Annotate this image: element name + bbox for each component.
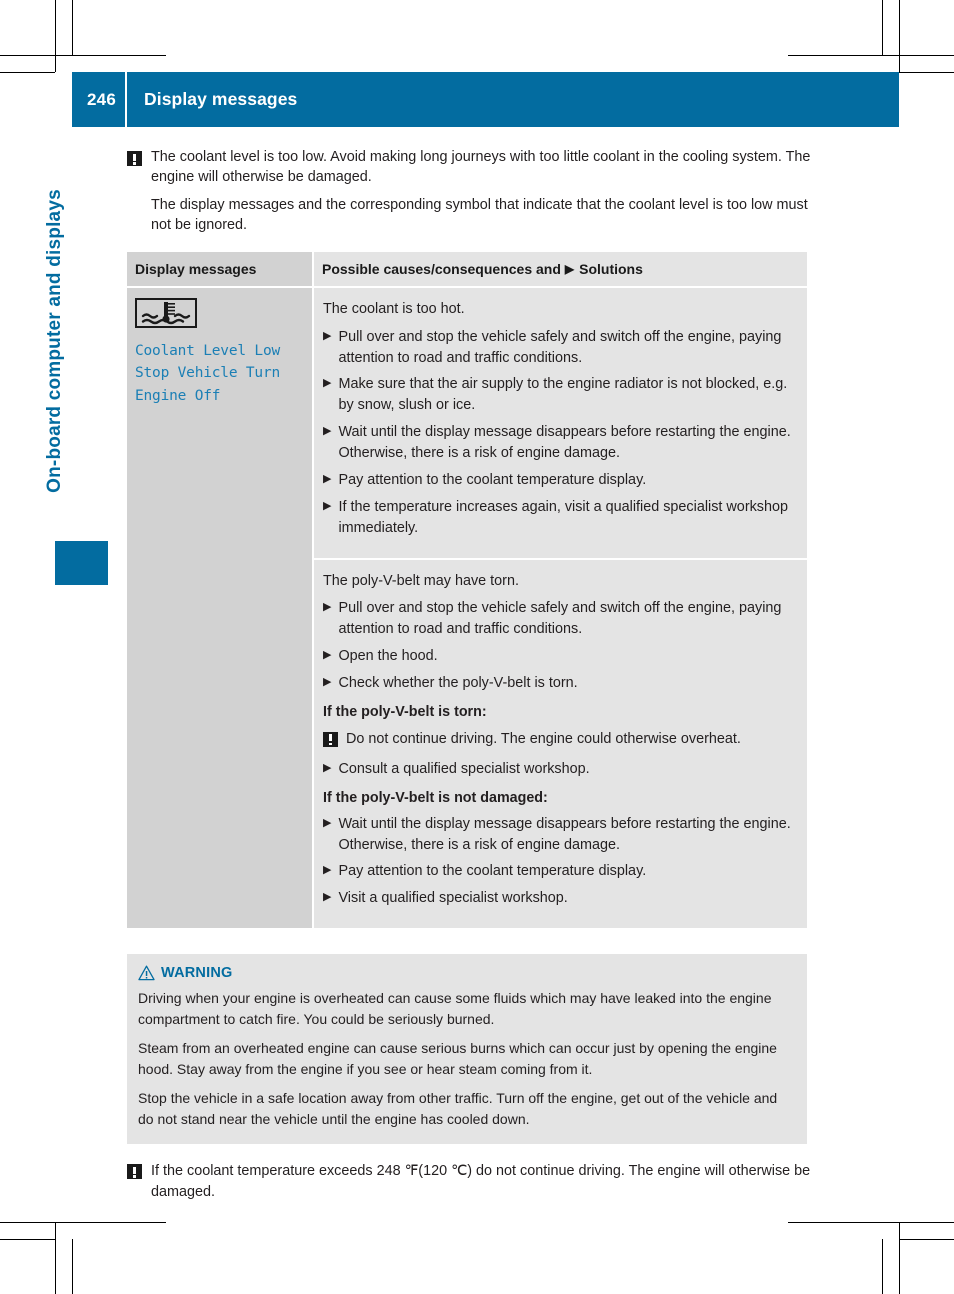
step-triangle-icon: ▶ (323, 891, 332, 904)
row1-step: ▶ Wait until the display message disappe… (323, 422, 795, 464)
display-message-lines: Coolant Level Low Stop Vehicle Turn Engi… (135, 340, 304, 407)
row2-step: ▶ Open the hood. (323, 646, 795, 667)
chapter-tab-label: On-board computer and displays (44, 189, 65, 493)
table-column-display-messages: Display messages Coolant Level Low Stop … (127, 251, 312, 929)
row2-step-not-damaged-text: Visit a qualified specialist workshop. (338, 890, 568, 907)
step-triangle-icon: ▶ (323, 425, 332, 438)
crop-mark-top-left-v2 (72, 0, 73, 55)
row2-step-not-damaged: ▶ Pay attention to the coolant temperatu… (323, 861, 795, 882)
table-row: The poly-V-belt may have torn. ▶ Pull ov… (314, 559, 807, 929)
row2-step-not-damaged-text: Wait until the display message disappear… (338, 815, 791, 853)
step-triangle-icon: ▶ (323, 601, 332, 614)
crop-mark-bottom-left-v (55, 1222, 56, 1294)
crop-mark-top-right-h2 (899, 72, 954, 73)
row2-step-not-damaged-text: Pay attention to the coolant temperature… (338, 863, 647, 880)
crop-mark-top-right-v2 (882, 0, 883, 55)
step-triangle-icon: ▶ (323, 816, 332, 829)
row1-step: ▶ Make sure that the air supply to the e… (323, 374, 795, 416)
warning-box: WARNING Driving when your engine is over… (127, 954, 807, 1145)
crop-mark-top-left-h2 (0, 72, 55, 73)
crop-mark-bottom-right-v2 (882, 1239, 883, 1294)
table-row: The coolant is too hot. ▶ Pull over and … (314, 287, 807, 558)
crop-mark-top-left-v (55, 0, 56, 72)
step-triangle-icon: ▶ (323, 864, 332, 877)
column-header-display-messages: Display messages (127, 251, 312, 286)
row1-step: ▶ If the temperature increases again, vi… (323, 497, 795, 539)
warning-paragraph: Stop the vehicle in a safe location away… (138, 1090, 778, 1128)
row2-step-not-damaged: ▶ Visit a qualified specialist workshop. (323, 888, 795, 909)
row2-subhead-not-damaged: If the poly-V-belt is not damaged: (323, 789, 548, 806)
row1-lead: The coolant is too hot. (323, 300, 465, 317)
warning-paragraph: Steam from an overheated engine can caus… (138, 1040, 777, 1078)
crop-mark-bottom-right-h2 (899, 1239, 954, 1240)
warning-triangle-icon (138, 965, 155, 981)
exclamation-square-icon (323, 731, 338, 747)
page-content: The coolant level is too low. Avoid maki… (127, 147, 817, 1203)
crop-mark-top-left-h (0, 55, 166, 56)
row1-step: ▶ Pay attention to the coolant temperatu… (323, 470, 795, 491)
solution-triangle-icon: ▶ (564, 261, 575, 276)
crop-mark-bottom-left-h2 (0, 1239, 55, 1240)
step-triangle-icon: ▶ (323, 499, 332, 512)
intro-paragraph: The display messages and the correspondi… (151, 196, 808, 234)
display-message-line-3: Engine Off (135, 387, 221, 404)
crop-mark-top-right-h (788, 55, 954, 56)
warning-header: WARNING (138, 965, 793, 981)
step-triangle-icon: ▶ (323, 472, 332, 485)
row1-step-text: Pull over and stop the vehicle safely an… (338, 328, 782, 366)
row2-warning-text: Do not continue driving. The engine coul… (346, 730, 741, 747)
column-header-prefix: Possible causes/consequences and (322, 260, 561, 277)
row2-step: ▶ Check whether the poly-V-belt is torn. (323, 673, 795, 694)
intro-warning-text: The coolant level is too low. Avoid maki… (151, 149, 811, 186)
row2-step-text: Check whether the poly-V-belt is torn. (338, 675, 578, 692)
exclamation-square-icon (127, 151, 142, 166)
row1-step-text: Pay attention to the coolant temperature… (338, 471, 647, 488)
row2-step: ▶ Pull over and stop the vehicle safely … (323, 598, 795, 640)
crop-mark-bottom-left-v2 (72, 1239, 73, 1294)
warning-title: WARNING (161, 965, 233, 982)
step-triangle-icon: ▶ (323, 649, 332, 662)
exclamation-square-icon (127, 1164, 142, 1180)
display-message-cell: Coolant Level Low Stop Vehicle Turn Engi… (127, 287, 312, 914)
row2-step-torn: ▶ Consult a qualified specialist worksho… (323, 759, 795, 780)
step-triangle-icon: ▶ (323, 676, 332, 689)
row2-step-not-damaged: ▶ Wait until the display message disappe… (323, 814, 795, 856)
row1-step: ▶ Pull over and stop the vehicle safely … (323, 327, 795, 369)
step-triangle-icon: ▶ (323, 377, 332, 390)
display-message-line-1: Coolant Level Low (135, 342, 281, 359)
row2-warning-note: Do not continue driving. The engine coul… (323, 729, 795, 750)
page-number: 246 (72, 72, 125, 127)
column-header-causes-solutions: Possible causes/consequences and ▶ Solut… (314, 251, 807, 286)
row1-step-text: If the temperature increases again, visi… (338, 498, 789, 536)
intro-warning-note: The coolant level is too low. Avoid maki… (127, 147, 817, 188)
row1-step-text: Make sure that the air supply to the eng… (338, 376, 788, 414)
crop-mark-bottom-right-h (788, 1222, 954, 1223)
display-message-line-2: Stop Vehicle Turn (135, 365, 281, 382)
row1-step-text: Wait until the display message disappear… (338, 424, 791, 462)
step-triangle-icon: ▶ (323, 761, 332, 774)
page-header: 246 Display messages (72, 72, 899, 127)
row2-step-text: Pull over and stop the vehicle safely an… (338, 600, 782, 638)
crop-mark-bottom-right-v (899, 1222, 900, 1294)
display-messages-table: Display messages Coolant Level Low Stop … (127, 251, 807, 929)
page-title: Display messages (127, 72, 899, 127)
column-header-suffix: Solutions (579, 260, 643, 277)
table-column-causes-solutions: Possible causes/consequences and ▶ Solut… (314, 251, 807, 929)
step-triangle-icon: ▶ (323, 329, 332, 342)
chapter-tab-marker (55, 541, 108, 585)
footer-warning-note: If the coolant temperature exceeds 248 ℉… (127, 1161, 817, 1203)
row2-lead: The poly-V-belt may have torn. (323, 572, 519, 589)
warning-paragraph: Driving when your engine is overheated c… (138, 990, 772, 1028)
row2-step-torn-text: Consult a qualified specialist workshop. (338, 760, 590, 777)
crop-mark-top-right-v (899, 0, 900, 72)
crop-mark-bottom-left-h (0, 1222, 166, 1223)
row2-step-text: Open the hood. (338, 648, 438, 665)
coolant-temperature-warning-icon (135, 297, 197, 328)
row2-subhead-torn: If the poly-V-belt is torn: (323, 703, 487, 720)
footer-warning-text: If the coolant temperature exceeds 248 ℉… (151, 1163, 811, 1201)
